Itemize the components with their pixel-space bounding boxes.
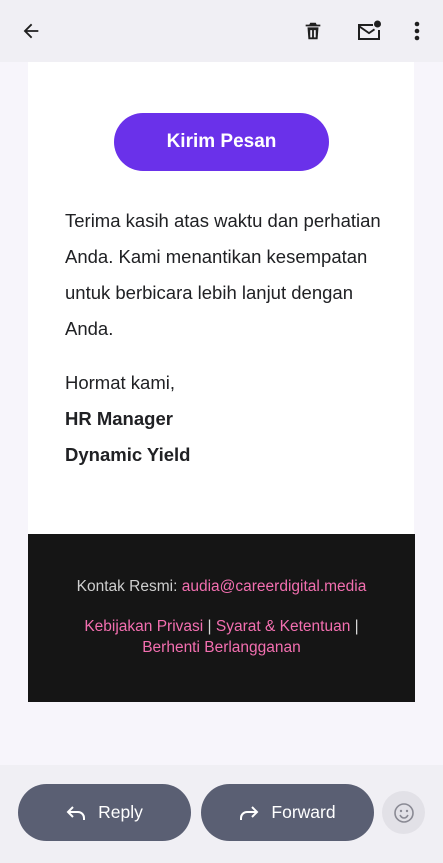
contact-label: Kontak Resmi: (76, 578, 178, 595)
contact-email-link[interactable]: audia@careerdigital.media (182, 578, 367, 595)
forward-label: Forward (271, 802, 336, 822)
emoji-reaction-button[interactable] (382, 791, 425, 834)
separator: | (207, 618, 212, 635)
forward-icon (239, 805, 259, 821)
bottom-action-bar: Reply Forward (0, 765, 443, 863)
email-footer: Kontak Resmi: audia@careerdigital.media … (28, 534, 415, 702)
send-message-button[interactable]: Kirim Pesan (114, 113, 329, 171)
email-body: Kirim Pesan Terima kasih atas waktu dan … (0, 62, 443, 765)
separator: | (354, 618, 359, 635)
forward-button[interactable]: Forward (201, 784, 374, 841)
footer-links: Kebijakan Privasi | Syarat & Ketentuan |… (28, 616, 415, 658)
unsubscribe-link[interactable]: Berhenti Berlangganan (142, 639, 301, 656)
back-arrow-icon[interactable] (14, 14, 48, 48)
privacy-link[interactable]: Kebijakan Privasi (84, 618, 203, 635)
top-app-bar (0, 0, 443, 62)
reply-button[interactable]: Reply (18, 784, 191, 841)
reply-label: Reply (98, 802, 143, 822)
mark-unread-icon[interactable] (352, 14, 386, 48)
emoji-icon (393, 802, 414, 823)
message-paragraph: Terima kasih atas waktu dan perhatian An… (65, 210, 381, 339)
signature-company: Dynamic Yield (65, 444, 191, 465)
more-vert-icon[interactable] (400, 14, 434, 48)
reply-icon (66, 805, 86, 821)
contact-line: Kontak Resmi: audia@careerdigital.media (28, 578, 415, 596)
closing-text: Hormat kami, (65, 372, 175, 393)
signature-title: HR Manager (65, 408, 173, 429)
trash-icon[interactable] (296, 14, 330, 48)
terms-link[interactable]: Syarat & Ketentuan (216, 618, 350, 635)
